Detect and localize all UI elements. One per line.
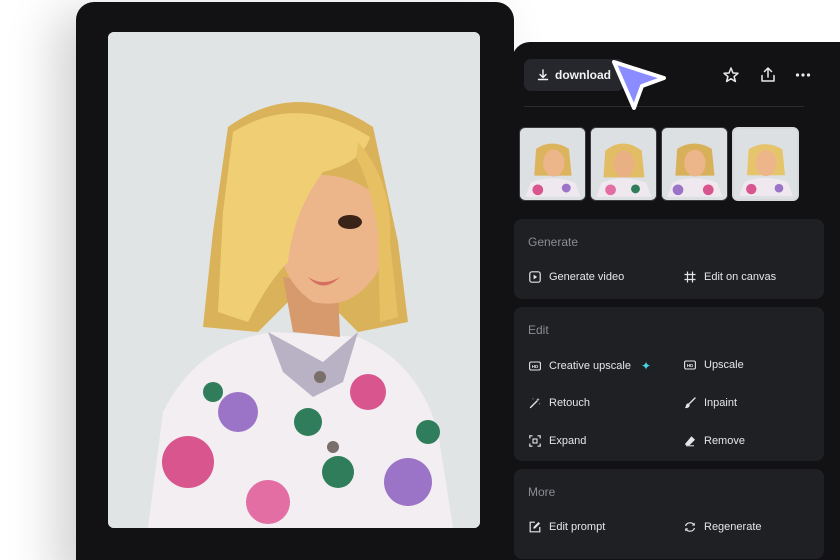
edit-prompt-icon	[529, 521, 541, 533]
sparkle-icon: ✦	[640, 359, 651, 373]
expand-label: Expand	[549, 435, 587, 447]
inpaint-button[interactable]: Inpaint	[684, 397, 737, 409]
hd-plus-icon: HD	[529, 360, 541, 372]
canvas-grid-icon	[684, 271, 696, 283]
svg-text:HD: HD	[532, 364, 539, 369]
retouch-button[interactable]: Retouch	[529, 397, 590, 409]
creative-upscale-label: Creative upscale	[549, 360, 631, 372]
expand-icon	[529, 435, 541, 447]
thumbnail-1[interactable]	[519, 127, 586, 201]
regenerate-icon	[684, 521, 696, 533]
edit-prompt-label: Edit prompt	[549, 521, 606, 533]
brush-icon	[684, 397, 696, 409]
svg-text:HD: HD	[687, 363, 694, 368]
remove-button[interactable]: Remove	[684, 435, 745, 447]
variation-thumbnails	[519, 127, 799, 201]
remove-label: Remove	[704, 435, 745, 447]
actions-side-panel: download Generate Generate video Edit on…	[512, 42, 840, 560]
share-icon[interactable]	[759, 66, 777, 84]
thumbnail-2[interactable]	[589, 127, 657, 201]
edit-on-canvas-label: Edit on canvas	[704, 271, 777, 283]
more-icon[interactable]	[794, 66, 812, 84]
download-label: download	[555, 68, 611, 82]
more-section: More Edit prompt Regenerate	[514, 469, 824, 559]
edit-on-canvas-button[interactable]: Edit on canvas	[684, 271, 776, 283]
eraser-icon	[684, 435, 696, 447]
pointer-cursor-icon	[612, 60, 666, 110]
thumbnail-3[interactable]	[660, 127, 728, 201]
regenerate-button[interactable]: Regenerate	[684, 521, 762, 533]
upscale-button[interactable]: HD Upscale	[684, 359, 744, 371]
thumbnail-4-selected[interactable]	[731, 127, 799, 201]
generate-video-label: Generate video	[549, 271, 625, 283]
star-icon[interactable]	[722, 66, 740, 84]
retouch-label: Retouch	[549, 397, 590, 409]
edit-title: Edit	[528, 323, 549, 337]
edit-prompt-button[interactable]: Edit prompt	[529, 521, 605, 533]
generate-section: Generate Generate video Edit on canvas	[514, 219, 824, 299]
play-icon	[529, 271, 541, 283]
pixel-portrait-illustration	[108, 32, 480, 528]
regenerate-label: Regenerate	[704, 521, 762, 533]
magic-wand-icon	[529, 397, 541, 409]
expand-button[interactable]: Expand	[529, 435, 586, 447]
image-preview-panel	[76, 2, 514, 560]
top-toolbar: download	[524, 59, 824, 91]
edit-section: Edit HD Creative upscale ✦ HD Upscale Re…	[514, 307, 824, 461]
app-stage: download Generate Generate video Edit on…	[0, 0, 840, 560]
upscale-label: Upscale	[704, 359, 744, 371]
creative-upscale-button[interactable]: HD Creative upscale ✦	[529, 359, 651, 373]
more-title: More	[528, 485, 556, 499]
generated-image[interactable]	[108, 32, 480, 528]
generate-title: Generate	[528, 235, 579, 249]
hd-icon: HD	[684, 359, 696, 371]
inpaint-label: Inpaint	[704, 397, 738, 409]
generate-video-button[interactable]: Generate video	[529, 271, 624, 283]
download-icon	[537, 69, 549, 81]
